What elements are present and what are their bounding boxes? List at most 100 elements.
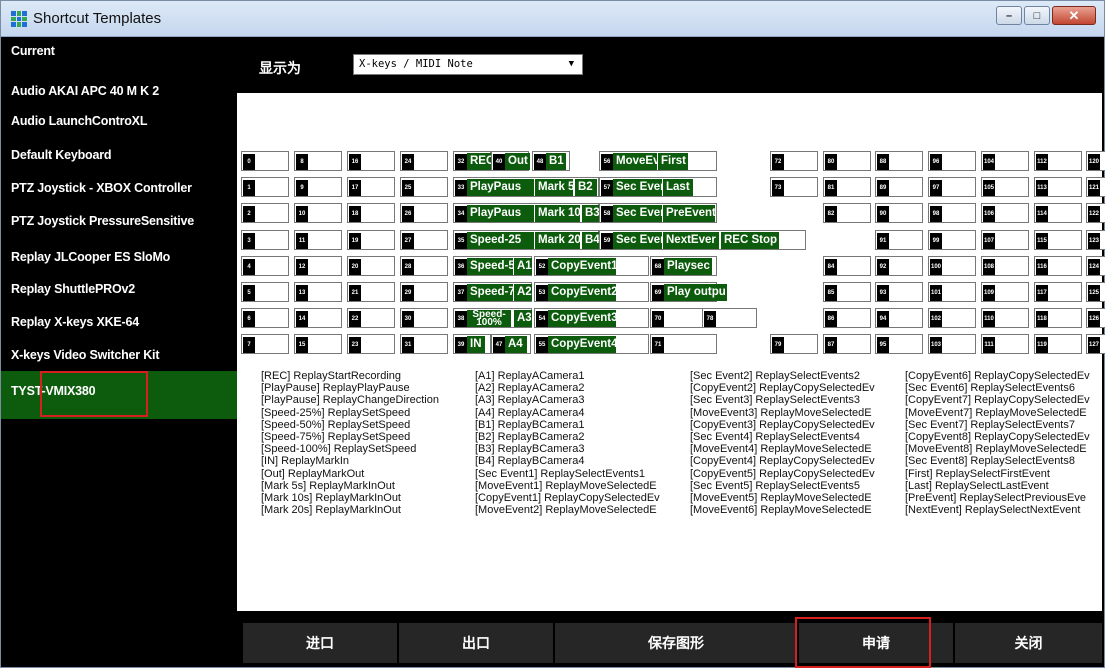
key-96[interactable]: 96 xyxy=(928,151,976,171)
key-55[interactable]: 55 CopyEvent4 xyxy=(534,334,649,355)
key-17[interactable]: 17 xyxy=(347,177,395,198)
key-93[interactable]: 93 xyxy=(875,282,923,302)
key-6[interactable]: 6 xyxy=(241,308,289,329)
key-36[interactable]: 36 Speed-50 A1 xyxy=(453,255,532,276)
key-13[interactable]: 13 xyxy=(294,282,342,302)
key-116[interactable]: 116 xyxy=(1034,255,1082,276)
template-item[interactable]: PTZ Joystick - XBOX Controller xyxy=(1,178,237,210)
key-48[interactable]: 48 B1 xyxy=(532,151,570,171)
key-105[interactable]: 105 xyxy=(981,177,1029,198)
key-119[interactable]: 119 xyxy=(1034,334,1082,355)
key-98[interactable]: 98 xyxy=(928,203,976,224)
template-item[interactable]: Replay ShuttlePROv2 xyxy=(1,279,237,311)
key-52[interactable]: 52 CopyEvent1 xyxy=(534,255,649,276)
key-90[interactable]: 90 xyxy=(875,203,923,224)
key-68[interactable]: 68 Playsec xyxy=(650,255,717,276)
key-81[interactable]: 81 xyxy=(823,177,871,198)
key-11[interactable]: 11 xyxy=(294,229,342,250)
title-bar[interactable]: Shortcut Templates – □ ✕ xyxy=(1,1,1104,37)
key-0[interactable]: 0 xyxy=(241,151,289,171)
key-23[interactable]: 23 xyxy=(347,334,395,355)
key-24[interactable]: 24 xyxy=(400,151,448,171)
template-item[interactable]: Audio AKAI APC 40 M K 2 xyxy=(1,81,237,113)
key-109[interactable]: 109 xyxy=(981,282,1029,302)
key-106[interactable]: 106 xyxy=(981,203,1029,224)
key-89[interactable]: 89 xyxy=(875,177,923,198)
key-21[interactable]: 21 xyxy=(347,282,395,302)
key-86[interactable]: 86 xyxy=(823,308,871,329)
key-2[interactable]: 2 xyxy=(241,203,289,224)
key-35[interactable]: 35 Speed-25 Mark 20s B4 xyxy=(453,229,600,250)
close-window-button[interactable]: ✕ xyxy=(1052,6,1096,25)
key-91[interactable]: 91 xyxy=(875,229,923,250)
key-88[interactable]: 88 xyxy=(875,151,923,171)
key-53[interactable]: 53 CopyEvent2 xyxy=(534,282,649,302)
key-94[interactable]: 94 xyxy=(875,308,923,329)
template-item[interactable]: Current xyxy=(1,41,237,73)
close-button[interactable]: 关闭 xyxy=(955,623,1102,663)
template-item[interactable]: Replay JLCooper ES SloMo xyxy=(1,247,237,279)
key-82[interactable]: 82 xyxy=(823,203,871,224)
key-71[interactable]: 71 xyxy=(650,334,717,355)
key-99[interactable]: 99 xyxy=(928,229,976,250)
key-30[interactable]: 30 xyxy=(400,308,448,329)
key-14[interactable]: 14 xyxy=(294,308,342,329)
key-19[interactable]: 19 xyxy=(347,229,395,250)
key-125[interactable]: 125 xyxy=(1086,282,1105,302)
key-97[interactable]: 97 xyxy=(928,177,976,198)
key-10[interactable]: 10 xyxy=(294,203,342,224)
key-115[interactable]: 115 xyxy=(1034,229,1082,250)
key-104[interactable]: 104 xyxy=(981,151,1029,171)
key-124[interactable]: 124 xyxy=(1086,255,1105,276)
key-121[interactable]: 121 xyxy=(1086,177,1105,198)
key-15[interactable]: 15 xyxy=(294,334,342,355)
key-25[interactable]: 25 xyxy=(400,177,448,198)
key-79[interactable]: 79 xyxy=(770,334,818,355)
key-113[interactable]: 113 xyxy=(1034,177,1082,198)
key-5[interactable]: 5 xyxy=(241,282,289,302)
import-button[interactable]: 进口 xyxy=(243,623,397,663)
key-34[interactable]: 34 PlayPaus Mark 10s B3 xyxy=(453,203,600,224)
template-item[interactable]: Audio LaunchControXL xyxy=(1,111,237,143)
key-80[interactable]: 80 xyxy=(823,151,871,171)
template-item[interactable]: PTZ Joystick PressureSensitive xyxy=(1,211,237,243)
key-58[interactable]: 58 Sec Even PreEvent xyxy=(599,203,717,224)
key-87[interactable]: 87 xyxy=(823,334,871,355)
key-4[interactable]: 4 xyxy=(241,255,289,276)
key-28[interactable]: 28 xyxy=(400,255,448,276)
key-123[interactable]: 123 xyxy=(1086,229,1105,250)
key-1[interactable]: 1 xyxy=(241,177,289,198)
key-122[interactable]: 122 xyxy=(1086,203,1105,224)
key-85[interactable]: 85 xyxy=(823,282,871,302)
key-56[interactable]: 56 MoveEve First xyxy=(599,151,717,171)
minimize-button[interactable]: – xyxy=(996,6,1022,25)
key-100[interactable]: 100 xyxy=(928,255,976,276)
key-39[interactable]: 39 IN xyxy=(453,334,491,355)
key-110[interactable]: 110 xyxy=(981,308,1029,329)
key-38[interactable]: 38 Speed- 100% A3 xyxy=(453,308,532,329)
key-107[interactable]: 107 xyxy=(981,229,1029,250)
key-29[interactable]: 29 xyxy=(400,282,448,302)
key-33[interactable]: 33 PlayPaus Mark 5s B2 xyxy=(453,177,599,198)
key-27[interactable]: 27 xyxy=(400,229,448,250)
key-92[interactable]: 92 xyxy=(875,255,923,276)
key-32[interactable]: 32 REC xyxy=(453,151,502,171)
key-127[interactable]: 127 xyxy=(1086,334,1105,355)
key-112[interactable]: 112 xyxy=(1034,151,1082,171)
key-12[interactable]: 12 xyxy=(294,255,342,276)
key-3[interactable]: 3 xyxy=(241,229,289,250)
key-84[interactable]: 84 xyxy=(823,255,871,276)
key-118[interactable]: 118 xyxy=(1034,308,1082,329)
key-72[interactable]: 72 xyxy=(770,151,818,171)
key-103[interactable]: 103 xyxy=(928,334,976,355)
key-59[interactable]: 59 Sec Even NextEver REC Stop xyxy=(599,229,806,250)
save-image-button[interactable]: 保存图形 xyxy=(555,623,797,663)
key-95[interactable]: 95 xyxy=(875,334,923,355)
key-31[interactable]: 31 xyxy=(400,334,448,355)
key-108[interactable]: 108 xyxy=(981,255,1029,276)
key-78[interactable]: 78 xyxy=(702,308,757,329)
key-114[interactable]: 114 xyxy=(1034,203,1082,224)
key-7[interactable]: 7 xyxy=(241,334,289,355)
key-69[interactable]: 69 Play outpu xyxy=(650,282,727,302)
key-120[interactable]: 120 xyxy=(1086,151,1105,171)
